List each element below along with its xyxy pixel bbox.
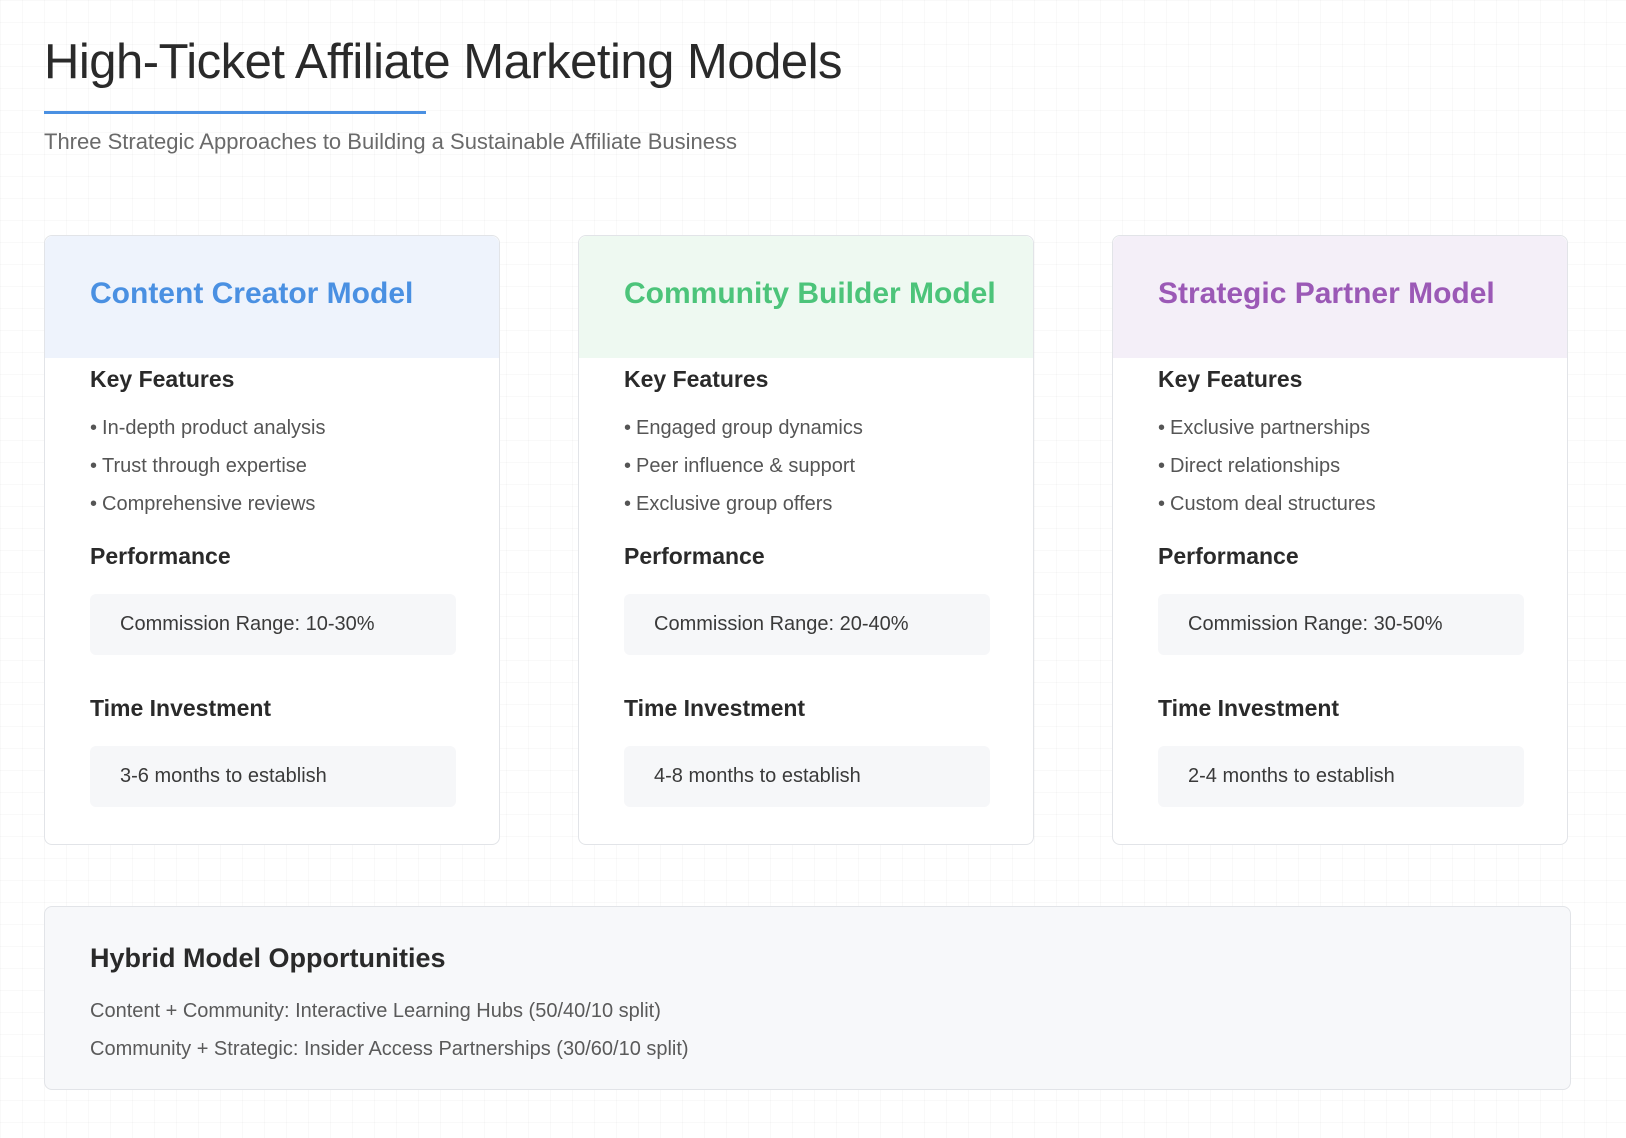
feature-item: • Trust through expertise [90,447,454,485]
bullet-icon: • [90,455,98,477]
feature-text: In-depth product analysis [102,417,326,439]
card-strategic-partner: Strategic Partner Model Key Features • Ex… [1112,235,1568,845]
time-heading: Time Investment [90,695,272,721]
feature-text: Custom deal structures [1170,493,1376,515]
page-title: High-Ticket Affiliate Marketing Models [44,35,843,89]
hybrid-item: Community + Strategic: Insider Access Pa… [90,1038,689,1060]
hybrid-item: Content + Community: Interactive Learnin… [90,1000,661,1022]
page-subtitle: Three Strategic Approaches to Building a… [44,129,738,154]
feature-list: • Exclusive partnerships • Direct relation… [1158,409,1522,523]
feature-item: • Peer influence & support [624,447,988,485]
performance-heading: Performance [624,543,765,569]
feature-item: • Exclusive partnerships [1158,409,1522,447]
feature-text: Engaged group dynamics [636,417,863,439]
feature-text: Direct relationships [1170,455,1341,477]
bullet-icon: • [624,417,632,439]
bullet-icon: • [624,493,632,515]
feature-list: • Engaged group dynamics • Peer influence … [624,409,988,523]
feature-item: • Exclusive group offers [624,485,988,523]
card-title: Content Creator Model [90,277,414,310]
time-heading: Time Investment [624,695,806,721]
time-investment: 3-6 months to establish [90,746,456,807]
card-title: Strategic Partner Model [1158,277,1495,310]
bullet-icon: • [1158,455,1166,477]
card-title: Community Builder Model [624,277,996,310]
card-header: Strategic Partner Model [1113,236,1567,358]
bullet-icon: • [90,493,98,515]
bullet-icon: • [624,455,632,477]
feature-item: • Comprehensive reviews [90,485,454,523]
feature-item: • Direct relationships [1158,447,1522,485]
bullet-icon: • [1158,493,1166,515]
features-heading: Key Features [624,366,769,392]
title-underline [44,111,426,114]
feature-item: • In-depth product analysis [90,409,454,447]
card-community-builder: Community Builder Model Key Features • En… [578,235,1034,845]
feature-text: Exclusive group offers [636,493,833,515]
feature-text: Peer influence & support [636,455,856,477]
card-header: Community Builder Model [579,236,1033,358]
time-investment: 2-4 months to establish [1158,746,1524,807]
feature-item: • Custom deal structures [1158,485,1522,523]
feature-item: • Engaged group dynamics [624,409,988,447]
bullet-icon: • [1158,417,1166,439]
card-content-creator: Content Creator Model Key Features • In-d… [44,235,500,845]
time-investment: 4-8 months to establish [624,746,990,807]
performance-heading: Performance [1158,543,1299,569]
bullet-icon: • [90,417,98,439]
commission-range: Commission Range: 30-50% [1158,594,1524,655]
time-heading: Time Investment [1158,695,1340,721]
feature-list: • In-depth product analysis • Trust throug… [90,409,454,523]
performance-heading: Performance [90,543,231,569]
feature-text: Exclusive partnerships [1170,417,1371,439]
hybrid-title: Hybrid Model Opportunities [90,943,446,973]
feature-text: Trust through expertise [102,455,307,477]
feature-text: Comprehensive reviews [102,493,316,515]
commission-range: Commission Range: 10-30% [90,594,456,655]
commission-range: Commission Range: 20-40% [624,594,990,655]
features-heading: Key Features [90,366,235,392]
features-heading: Key Features [1158,366,1303,392]
card-header: Content Creator Model [45,236,499,358]
hybrid-panel: Hybrid Model Opportunities Content + Com… [44,906,1571,1090]
